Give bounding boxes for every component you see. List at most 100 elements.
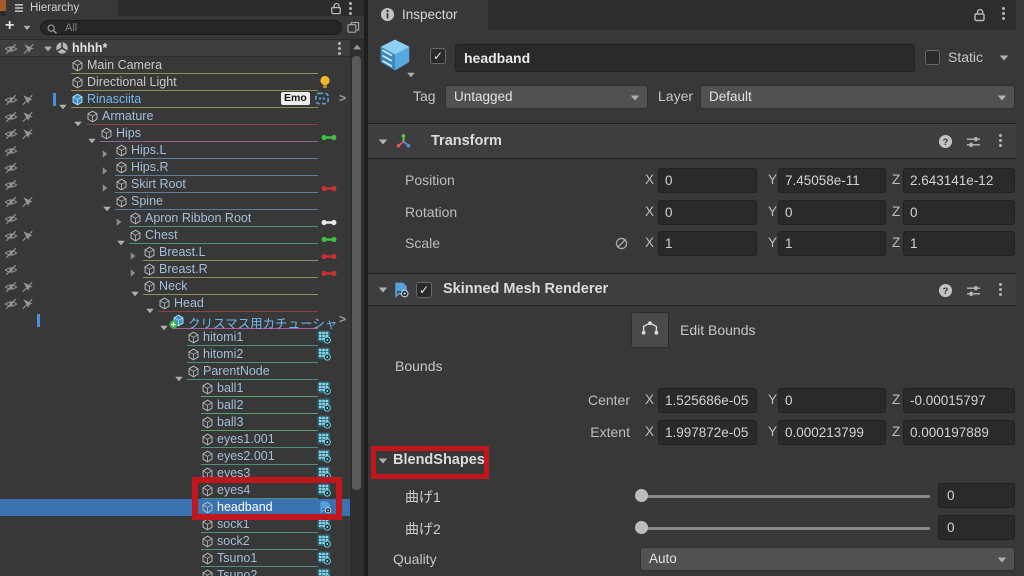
blendshape-slider-knob[interactable] bbox=[635, 489, 648, 502]
edit-bounds-button[interactable] bbox=[631, 312, 669, 348]
transform-field-z[interactable]: 1 bbox=[903, 231, 1015, 256]
hierarchy-row-ball1[interactable]: ball1 bbox=[0, 380, 350, 397]
hierarchy-row-eyes3[interactable]: eyes3 bbox=[0, 465, 350, 482]
transform-row-scale: Scale X 1 Y 1 Z 1 bbox=[368, 231, 1016, 256]
hierarchy-row-eyes2.001[interactable]: eyes2.001 bbox=[0, 448, 350, 465]
transform-field-y[interactable]: 0 bbox=[778, 200, 886, 225]
hierarchy-row-head[interactable]: Head bbox=[0, 295, 350, 314]
scene-kebab-menu-icon[interactable] bbox=[338, 47, 341, 50]
smr-presets-icon[interactable] bbox=[966, 284, 981, 303]
hierarchy-row--[interactable]: クリスマス用カチューシャしかえ> bbox=[0, 312, 350, 331]
hierarchy-scrollbar[interactable] bbox=[350, 40, 364, 576]
hierarchy-row-skirt-root[interactable]: Skirt Root bbox=[0, 176, 350, 193]
scene-foldout-icon[interactable] bbox=[44, 46, 52, 52]
transform-field-x[interactable]: 0 bbox=[658, 200, 757, 225]
hierarchy-row-rinasciita[interactable]: Rinasciita Emo > bbox=[0, 91, 350, 110]
scroll-up-arrow-icon[interactable] bbox=[353, 44, 361, 50]
bounds-field-z[interactable]: -0.00015797 bbox=[903, 388, 1015, 413]
transform-field-x[interactable]: 0 bbox=[658, 168, 757, 193]
blendshape-slider-track[interactable] bbox=[640, 495, 930, 498]
transform-field-z[interactable]: 0 bbox=[903, 200, 1015, 225]
transform-kebab-menu-icon[interactable] bbox=[999, 139, 1002, 142]
transform-field-y[interactable]: 7.45058e-11 bbox=[778, 168, 886, 193]
active-checkbox[interactable]: ✓ bbox=[430, 48, 446, 64]
add-object-button[interactable]: + bbox=[5, 17, 14, 35]
smr-foldout-icon[interactable] bbox=[378, 287, 388, 293]
transform-header[interactable]: Transform ? bbox=[368, 123, 1016, 159]
axis-label-z: Z bbox=[892, 424, 901, 439]
tag-dropdown[interactable]: Untagged bbox=[445, 85, 648, 109]
blendshape-slider-knob[interactable] bbox=[635, 521, 648, 534]
transform-field-y[interactable]: 1 bbox=[778, 231, 886, 256]
bounds-field-x[interactable]: 1.525686e-05 bbox=[658, 388, 757, 413]
hierarchy-row-hips[interactable]: Hips bbox=[0, 125, 350, 144]
link-scale-icon[interactable] bbox=[614, 236, 629, 256]
blendshape-value-field[interactable]: 0 bbox=[938, 515, 1015, 540]
row-label: eyes1.001 bbox=[217, 432, 275, 446]
hierarchy-row-chest[interactable]: Chest bbox=[0, 227, 350, 246]
hierarchy-row-ball2[interactable]: ball2 bbox=[0, 397, 350, 414]
hierarchy-tab-label: Hierarchy bbox=[30, 2, 80, 14]
static-caret-icon[interactable] bbox=[999, 55, 1009, 61]
layer-dropdown[interactable]: Default bbox=[700, 85, 1015, 109]
emo-badge[interactable]: Emo bbox=[281, 92, 310, 105]
transform-field-x[interactable]: 1 bbox=[658, 231, 757, 256]
hierarchy-row-breast.r[interactable]: Breast.R bbox=[0, 261, 350, 278]
hierarchy-row-sock1[interactable]: sock1 bbox=[0, 516, 350, 533]
bounds-field-x[interactable]: 1.997872e-05 bbox=[658, 420, 757, 445]
hierarchy-row-headband[interactable]: headband bbox=[0, 499, 350, 516]
bounds-field-y[interactable]: 0 bbox=[778, 388, 886, 413]
hierarchy-kebab-menu-icon[interactable] bbox=[349, 7, 352, 10]
axis-label-y: Y bbox=[768, 172, 778, 187]
skinned-mesh-renderer-header[interactable]: ✓ Skinned Mesh Renderer ? bbox=[368, 273, 1016, 306]
add-object-caret-icon[interactable] bbox=[23, 25, 31, 31]
chevron-right-icon[interactable]: > bbox=[339, 312, 346, 326]
blendshape-grid-icon[interactable] bbox=[317, 568, 332, 576]
blendshape-value-field[interactable]: 0 bbox=[938, 483, 1015, 508]
hierarchy-scrollbar-thumb[interactable] bbox=[352, 56, 361, 490]
hierarchy-row-parentnode[interactable]: ParentNode bbox=[0, 363, 350, 382]
hierarchy-row-hitomi1[interactable]: hitomi1 bbox=[0, 329, 350, 346]
hierarchy-row-main-camera[interactable]: Main Camera bbox=[0, 57, 350, 74]
scene-picker-icon[interactable] bbox=[347, 21, 360, 39]
hierarchy-row-ball3[interactable]: ball3 bbox=[0, 414, 350, 431]
transform-foldout-icon[interactable] bbox=[378, 139, 388, 145]
hierarchy-row-sock2[interactable]: sock2 bbox=[0, 533, 350, 550]
hierarchy-row-directional-light[interactable]: Directional Light bbox=[0, 74, 350, 91]
hierarchy-row-neck[interactable]: Neck bbox=[0, 278, 350, 297]
smr-enabled-checkbox[interactable]: ✓ bbox=[416, 282, 432, 298]
smr-help-icon[interactable]: ? bbox=[938, 283, 953, 303]
hierarchy-row-tsuno1[interactable]: Tsuno1 bbox=[0, 550, 350, 567]
blendshape-slider-track[interactable] bbox=[640, 527, 930, 530]
hierarchy-row-hips.r[interactable]: Hips.R bbox=[0, 159, 350, 176]
hierarchy-row-hips.l[interactable]: Hips.L bbox=[0, 142, 350, 159]
gameobject-name-field[interactable] bbox=[455, 44, 915, 72]
inspector-lock-icon[interactable] bbox=[973, 8, 986, 27]
hierarchy-row-eyes4[interactable]: eyes4 bbox=[0, 482, 350, 499]
blendshapes-title: BlendShapes bbox=[393, 452, 485, 468]
hierarchy-row-tsuno2[interactable]: Tsuno2 bbox=[0, 567, 350, 576]
blendshapes-foldout-icon[interactable] bbox=[378, 458, 388, 464]
prefab-caret-icon[interactable] bbox=[407, 72, 415, 78]
scene-header-row[interactable]: hhhh* bbox=[0, 40, 350, 57]
bounds-field-y[interactable]: 0.000213799 bbox=[778, 420, 886, 445]
hierarchy-row-eyes1.001[interactable]: eyes1.001 bbox=[0, 431, 350, 448]
hierarchy-row-hitomi2[interactable]: hitomi2 bbox=[0, 346, 350, 363]
hierarchy-row-armature[interactable]: Armature bbox=[0, 108, 350, 127]
hierarchy-row-apron-ribbon-root[interactable]: Apron Ribbon Root bbox=[0, 210, 350, 227]
presets-icon[interactable] bbox=[966, 135, 981, 154]
tab-inspector[interactable]: Inspector bbox=[368, 0, 488, 30]
smr-kebab-menu-icon[interactable] bbox=[999, 288, 1002, 291]
hierarchy-row-breast.l[interactable]: Breast.L bbox=[0, 244, 350, 261]
tab-hierarchy[interactable]: Hierarchy bbox=[6, 0, 118, 16]
hierarchy-search-input[interactable] bbox=[65, 21, 325, 34]
hierarchy-row-spine[interactable]: Spine bbox=[0, 193, 350, 212]
static-checkbox[interactable] bbox=[925, 50, 940, 65]
inspector-kebab-menu-icon[interactable] bbox=[1002, 12, 1005, 15]
chevron-right-icon[interactable]: > bbox=[339, 91, 346, 105]
help-icon[interactable]: ? bbox=[938, 134, 953, 154]
hierarchy-search-box[interactable] bbox=[40, 20, 342, 35]
bounds-field-z[interactable]: 0.000197889 bbox=[903, 420, 1015, 445]
quality-dropdown[interactable]: Auto bbox=[640, 547, 1015, 571]
transform-field-z[interactable]: 2.643141e-12 bbox=[903, 168, 1015, 193]
